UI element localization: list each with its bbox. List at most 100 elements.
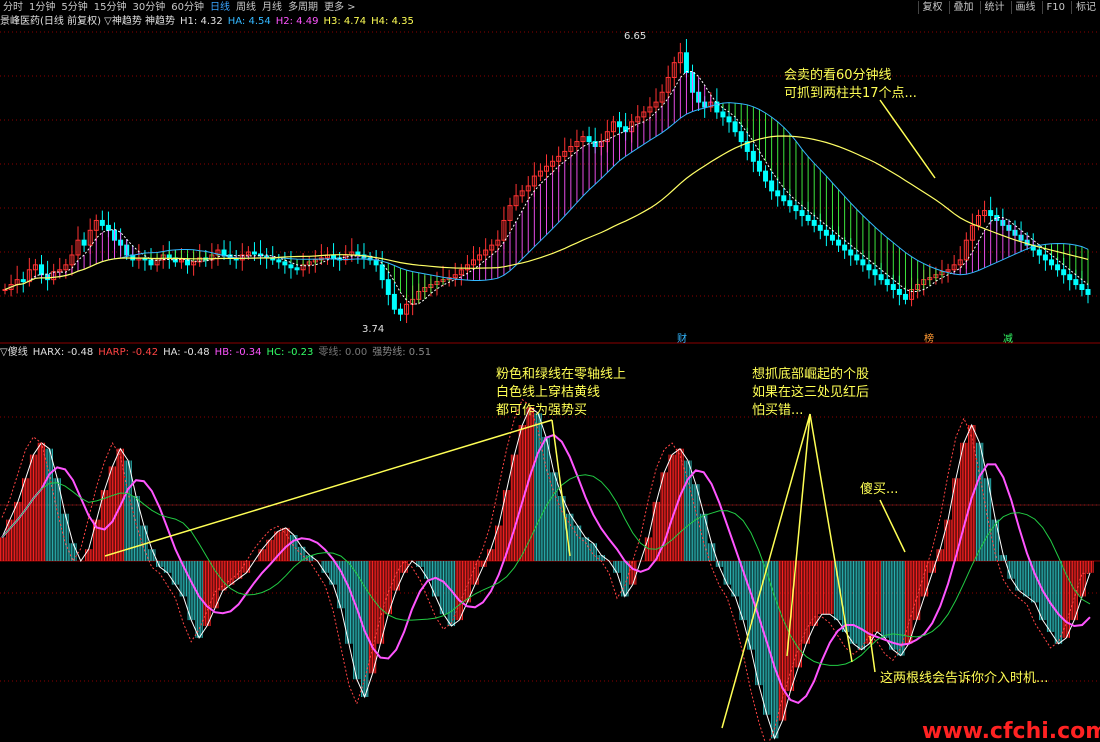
candle-body	[294, 267, 300, 271]
candle-body	[1036, 249, 1042, 256]
candle-body	[750, 150, 756, 162]
toolbar-button[interactable]: F10	[1041, 1, 1069, 14]
candle-body	[1067, 274, 1073, 281]
toolbar-button[interactable]: 叠加	[948, 1, 978, 14]
annotation-strong-buy: 粉色和绿线在零轴线上 白色线上穿桔黄线 都可作为强势买	[496, 366, 626, 418]
candle-body	[805, 215, 811, 221]
annotation-bottom-rise: 想抓底部崛起的个股 如果在这三处见红后 怕买错...	[752, 366, 869, 418]
candle-body	[586, 136, 592, 143]
annotation-entry-timing: 这两根线会告诉你介入时机...	[880, 670, 1048, 686]
candle-body	[379, 264, 385, 281]
period-tab[interactable]: 多周期	[285, 1, 321, 14]
period-tab[interactable]: 周线	[233, 1, 259, 14]
candle-body	[781, 195, 787, 202]
legend-item: H1: 4.32	[180, 16, 223, 27]
candle-body	[836, 239, 842, 246]
annotation-arrow	[879, 99, 936, 179]
period-tab[interactable]: 60分钟	[168, 1, 207, 14]
annotation-line: 可抓到两柱共17个点...	[784, 86, 917, 101]
annotation-line: 都可作为强势买	[496, 402, 587, 418]
candle-body	[866, 264, 872, 271]
candle-body	[81, 239, 87, 246]
legend-item: H2: 4.49	[275, 16, 319, 27]
price-low-label: 3.74	[362, 324, 384, 335]
candle-body	[775, 190, 781, 197]
legend-item: HA: 4.54	[227, 16, 271, 27]
candle-body	[397, 308, 403, 315]
period-tab[interactable]: 分时	[0, 1, 26, 14]
candle-body	[756, 160, 762, 172]
candle-body	[854, 254, 860, 261]
candle-body	[617, 121, 623, 128]
candle-body	[1079, 284, 1085, 290]
toolbar-button[interactable]: 画线	[1010, 1, 1040, 14]
candle-body	[391, 293, 397, 310]
annotation-line: 怕买错...	[752, 403, 803, 418]
candle-body	[20, 279, 26, 283]
candle-body	[726, 116, 732, 123]
period-tab[interactable]: 日线	[207, 1, 233, 14]
candle-body	[1055, 264, 1061, 271]
annotation-line: 粉色和绿线在零轴线上	[496, 366, 626, 382]
annotation-arrow	[879, 499, 906, 553]
legend-item: HARX: -0.48	[32, 347, 94, 358]
candle-body	[1061, 269, 1067, 276]
candle-body	[787, 200, 793, 207]
candle-body	[251, 251, 257, 255]
legend-item: 零线: 0.00	[318, 347, 368, 358]
candle-body	[817, 224, 823, 231]
marker-cai[interactable]: 财	[677, 332, 687, 345]
price-high-label: 6.65	[624, 31, 646, 42]
candle-body	[896, 288, 902, 295]
candle-body	[99, 219, 105, 226]
candle-body	[39, 264, 45, 276]
period-tab[interactable]: 更多 >	[321, 1, 359, 14]
candle-body	[823, 229, 829, 236]
marker-jian[interactable]: 减	[1003, 333, 1013, 345]
period-tab[interactable]: 月线	[259, 1, 285, 14]
candle-body	[683, 52, 689, 74]
candle-body	[848, 249, 854, 256]
annotation-60min: 会卖的看60分钟线 可抓到两柱共17个点...	[784, 67, 917, 101]
annotation-arrow	[809, 413, 853, 663]
indicator-pane[interactable]	[0, 398, 1100, 742]
legend-title: 景峰医药(日线 前复权) ▽神趋势 神趋势	[0, 16, 176, 27]
watermark: www.cfchi.com	[922, 719, 1100, 742]
candlestick-pane[interactable]	[2, 38, 1091, 324]
candle-body	[799, 210, 805, 217]
candle-body	[878, 274, 884, 281]
marker-bang[interactable]: 榜	[924, 332, 934, 345]
legend-item: H3: 4.74	[323, 16, 367, 27]
candle-body	[884, 279, 890, 286]
toolbar-button[interactable]: 复权	[917, 1, 947, 14]
candle-body	[1048, 259, 1054, 266]
candle-body	[988, 210, 994, 217]
period-tab[interactable]: 15分钟	[91, 1, 130, 14]
period-tab[interactable]: 5分钟	[58, 1, 90, 14]
candle-body	[221, 249, 227, 256]
candle-body	[860, 259, 866, 266]
annotation-arrow	[104, 419, 553, 557]
toolbar-button[interactable]: 统计	[979, 1, 1009, 14]
indicator-legend: ▽傻线 HARX: -0.48 HARP: -0.42 HA: -0.48 HB: -0…	[0, 346, 436, 359]
period-tab[interactable]: 30分钟	[129, 1, 168, 14]
candle-body	[1085, 288, 1091, 295]
candle-body	[738, 131, 744, 143]
candle-body	[282, 261, 288, 266]
chart-canvas: 6.65 3.74 会卖的看60分钟线 可抓到两柱共17个点... 粉色和绿线在…	[0, 31, 1100, 742]
legend-title: ▽傻线	[0, 347, 28, 358]
candle-body	[288, 264, 294, 269]
candle-body	[811, 219, 817, 226]
candle-body	[732, 121, 738, 133]
toolbar-button[interactable]: 标记	[1071, 1, 1100, 14]
legend-item: HC: -0.23	[266, 347, 314, 358]
legend-item: HB: -0.34	[214, 347, 262, 358]
period-tab[interactable]: 1分钟	[26, 1, 58, 14]
candle-body	[902, 293, 908, 300]
right-toolbar: 复权 叠加 统计 画线 F10 标记	[916, 0, 1100, 14]
annotation-line: 如果在这三处见红后	[752, 384, 869, 400]
main-legend: 景峰医药(日线 前复权) ▽神趋势 神趋势 H1: 4.32 HA: 4.54 H2:…	[0, 15, 419, 28]
candle-body	[763, 170, 769, 182]
legend-item: HA: -0.48	[163, 347, 210, 358]
candle-body	[890, 284, 896, 290]
